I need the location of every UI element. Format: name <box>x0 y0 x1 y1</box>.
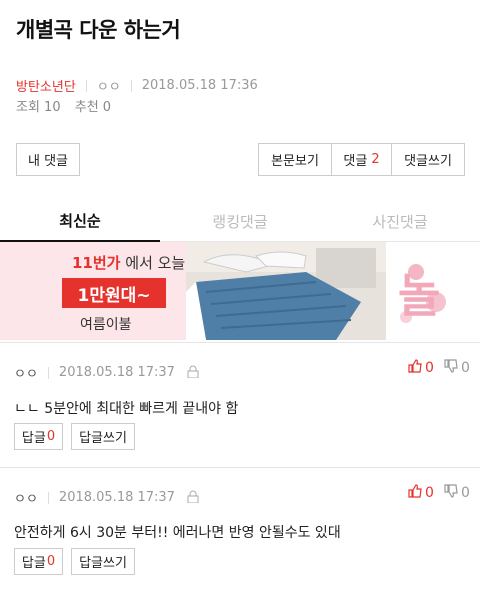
like-count: 0 <box>425 485 434 501</box>
reply-count: 0 <box>46 429 56 444</box>
ad-product-name: 여름이불 <box>80 317 132 333</box>
thumbs-down-icon <box>444 484 458 502</box>
comment-text: ㄴㄴ 5분안에 최대한 빠르게 끝내야 함 <box>14 401 239 417</box>
write-reply-label: 답글쓰기 <box>79 431 127 446</box>
meta-divider <box>47 366 49 379</box>
meta-divider <box>47 491 49 504</box>
comment-text: 안전하게 6시 30분 부터!! 에러나면 반영 안될수도 있대 <box>14 525 341 541</box>
reply-button[interactable]: 답글 0 <box>14 548 63 575</box>
comment-header: ㅇㅇ 2018.05.18 17:37 <box>14 363 199 382</box>
comments-count: 2 <box>371 152 380 167</box>
comment-datetime: 2018.05.18 17:37 <box>58 490 175 505</box>
dislike-button[interactable]: 0 <box>444 484 470 502</box>
ad-brand-logo: 11번가 <box>72 254 121 272</box>
dislike-count: 0 <box>461 485 470 501</box>
comment-author: ㅇㅇ <box>14 492 38 507</box>
thumbs-up-icon <box>408 484 422 502</box>
comment-sort-tabs: 최신순 랭킹댓글 사진댓글 <box>0 200 480 242</box>
tab-photo[interactable]: 사진댓글 <box>320 200 480 242</box>
comment-author: ㅇㅇ <box>14 367 38 382</box>
reply-label: 답글 <box>21 431 46 446</box>
like-button[interactable]: 0 <box>408 359 434 377</box>
ad-sale-glyph: 놀 <box>398 269 440 323</box>
comment-divider <box>0 342 480 343</box>
board-link[interactable]: 방탄소년단 <box>16 76 76 95</box>
meta-divider <box>130 79 132 92</box>
view-post-button[interactable]: 본문보기 <box>258 143 332 176</box>
lock-icon <box>187 488 199 507</box>
write-reply-button[interactable]: 답글쓰기 <box>71 548 135 575</box>
comment-divider <box>0 467 480 468</box>
recommend-count: 추천 0 <box>74 100 112 115</box>
ad-sale-graphic: 놀 <box>386 242 480 340</box>
write-reply-label: 답글쓰기 <box>79 556 127 571</box>
thumbs-up-icon <box>408 359 422 377</box>
comment-header: ㅇㅇ 2018.05.18 17:37 <box>14 488 199 507</box>
post-stats: 조회 10 추천 0 <box>16 96 121 115</box>
reply-count: 0 <box>46 554 56 569</box>
ad-headline-text: 에서 오늘, <box>125 254 191 272</box>
comments-label: 댓글 <box>343 154 368 169</box>
like-button[interactable]: 0 <box>408 484 434 502</box>
my-comments-button[interactable]: 내 댓글 <box>16 143 80 176</box>
dislike-button[interactable]: 0 <box>444 359 470 377</box>
comment-datetime: 2018.05.18 17:37 <box>58 365 175 380</box>
write-comment-button[interactable]: 댓글쓰기 <box>391 143 465 176</box>
ad-headline: 11번가 에서 오늘, <box>72 252 190 273</box>
ad-banner[interactable]: 11번가 에서 오늘, 1만원대~ 여름이불 놀 <box>0 242 480 340</box>
post-author: ㅇㅇ <box>96 80 121 95</box>
thumbs-down-icon <box>444 359 458 377</box>
reply-button[interactable]: 답글 0 <box>14 423 63 450</box>
post-datetime: 2018.05.18 17:36 <box>141 78 258 93</box>
dislike-count: 0 <box>461 360 470 376</box>
my-comments-label: 내 댓글 <box>27 154 68 169</box>
meta-divider <box>85 79 87 92</box>
ad-bedding-image <box>186 242 386 340</box>
view-post-label: 본문보기 <box>271 154 319 169</box>
write-reply-button[interactable]: 답글쓰기 <box>71 423 135 450</box>
lock-icon <box>187 363 199 382</box>
write-comment-label: 댓글쓰기 <box>404 154 452 169</box>
post-meta: 방탄소년단 ㅇㅇ 2018.05.18 17:36 <box>16 76 258 95</box>
comments-button[interactable]: 댓글 2 <box>331 143 392 176</box>
ad-price-badge: 1만원대~ <box>62 278 166 308</box>
tab-ranking[interactable]: 랭킹댓글 <box>160 200 320 242</box>
post-title: 개별곡 다운 하는거 <box>16 18 181 42</box>
reply-label: 답글 <box>21 556 46 571</box>
tab-latest[interactable]: 최신순 <box>0 200 160 242</box>
view-count: 조회 10 <box>16 100 61 115</box>
like-count: 0 <box>425 360 434 376</box>
